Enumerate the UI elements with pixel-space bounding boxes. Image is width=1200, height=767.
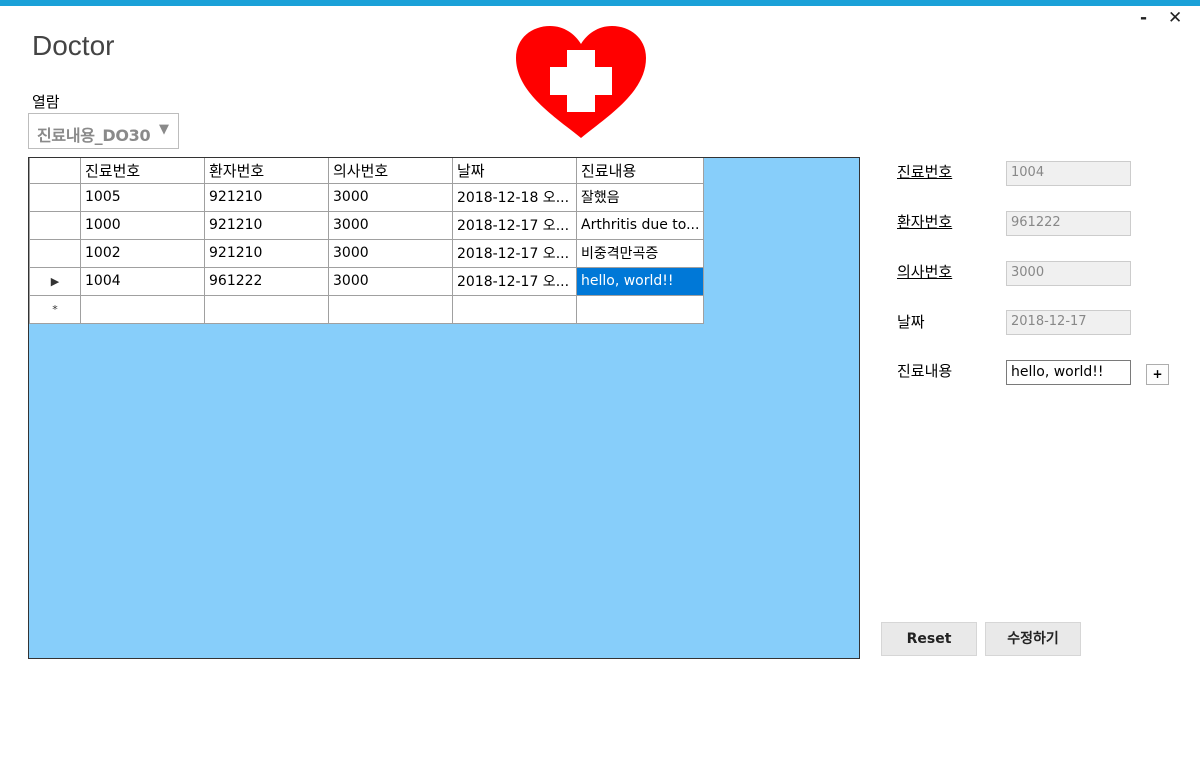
window-title: Doctor [32, 30, 115, 61]
column-header[interactable]: 의사번호 [328, 158, 453, 184]
new-row-asterisk-icon[interactable]: * [29, 294, 81, 324]
content-label: 진료내용 [897, 362, 953, 380]
browse-combobox[interactable]: 진료내용_DO30 ▼ [28, 113, 179, 149]
table-cell[interactable]: 3000 [328, 266, 453, 296]
column-header[interactable]: 진료내용 [575, 158, 705, 184]
column-header[interactable]: 진료번호 [80, 158, 205, 184]
header-row: 진료번호 환자번호 의사번호 날짜 진료내용 [29, 158, 705, 184]
browse-label: 열람 [32, 93, 60, 111]
treatment-no-label: 진료번호 [897, 163, 953, 181]
row-header-corner [29, 158, 81, 184]
records-datagrid[interactable]: 진료번호 환자번호 의사번호 날짜 진료내용 1005 921210 3000 … [28, 157, 860, 659]
edit-button[interactable]: 수정하기 [985, 622, 1081, 656]
close-button[interactable]: ✕ [1168, 8, 1182, 28]
table-cell[interactable]: 2018-12-17 오... [452, 238, 577, 268]
minimize-button[interactable]: - [1140, 8, 1147, 28]
table-cell[interactable]: 921210 [204, 182, 329, 212]
medical-heart-icon [516, 26, 646, 138]
column-header[interactable]: 날짜 [452, 158, 577, 184]
combobox-value: 진료내용_DO30 [37, 126, 151, 145]
patient-no-label: 환자번호 [897, 213, 953, 231]
table-cell[interactable]: 1000 [80, 210, 205, 240]
doctor-no-label: 의사번호 [897, 263, 953, 281]
row-indicator[interactable] [29, 182, 81, 212]
row-indicator[interactable] [29, 210, 81, 240]
table-cell[interactable] [575, 294, 705, 324]
table-row[interactable]: 1002 921210 3000 2018-12-17 오... 비중격만곡증 [29, 238, 705, 268]
add-button[interactable]: + [1146, 364, 1169, 385]
window-top-accent-bar [0, 0, 1200, 6]
column-header[interactable]: 환자번호 [204, 158, 329, 184]
table-cell[interactable]: 1004 [80, 266, 205, 296]
date-field[interactable]: 2018-12-17 [1006, 310, 1131, 335]
table-cell[interactable] [452, 294, 577, 324]
patient-no-field[interactable]: 961222 [1006, 211, 1131, 236]
new-row[interactable]: * [29, 294, 705, 324]
table-cell[interactable]: 3000 [328, 238, 453, 268]
table-row-current[interactable]: ▶ 1004 961222 3000 2018-12-17 오... hello… [29, 266, 705, 296]
table-cell[interactable]: 비중격만곡증 [575, 238, 705, 268]
table-cell[interactable]: 잘했음 [575, 182, 705, 212]
table-cell[interactable]: 1002 [80, 238, 205, 268]
table-cell[interactable]: 2018-12-17 오... [452, 266, 577, 296]
table-cell[interactable]: 921210 [204, 238, 329, 268]
treatment-no-field[interactable]: 1004 [1006, 161, 1131, 186]
table-cell[interactable]: 1005 [80, 182, 205, 212]
table-cell[interactable] [328, 294, 453, 324]
records-table: 진료번호 환자번호 의사번호 날짜 진료내용 1005 921210 3000 … [29, 158, 705, 324]
chevron-down-icon[interactable]: ▼ [159, 122, 169, 137]
doctor-no-field[interactable]: 3000 [1006, 261, 1131, 286]
table-row[interactable]: 1000 921210 3000 2018-12-17 오... Arthrit… [29, 210, 705, 240]
table-cell[interactable] [80, 294, 205, 324]
table-cell[interactable]: 2018-12-18 오... [452, 182, 577, 212]
table-cell[interactable]: Arthritis due to... [575, 210, 705, 240]
selected-cell[interactable]: hello, world!! [575, 266, 705, 296]
table-cell[interactable]: 921210 [204, 210, 329, 240]
table-cell[interactable]: 2018-12-17 오... [452, 210, 577, 240]
table-cell[interactable] [204, 294, 329, 324]
table-cell[interactable]: 961222 [204, 266, 329, 296]
current-row-arrow-icon[interactable]: ▶ [29, 266, 81, 296]
table-cell[interactable]: 3000 [328, 182, 453, 212]
reset-button[interactable]: Reset [881, 622, 977, 656]
date-label: 날짜 [897, 313, 925, 331]
content-input[interactable]: hello, world!! [1006, 360, 1131, 385]
table-cell[interactable]: 3000 [328, 210, 453, 240]
row-indicator[interactable] [29, 238, 81, 268]
table-row[interactable]: 1005 921210 3000 2018-12-18 오... 잘했음 [29, 182, 705, 212]
